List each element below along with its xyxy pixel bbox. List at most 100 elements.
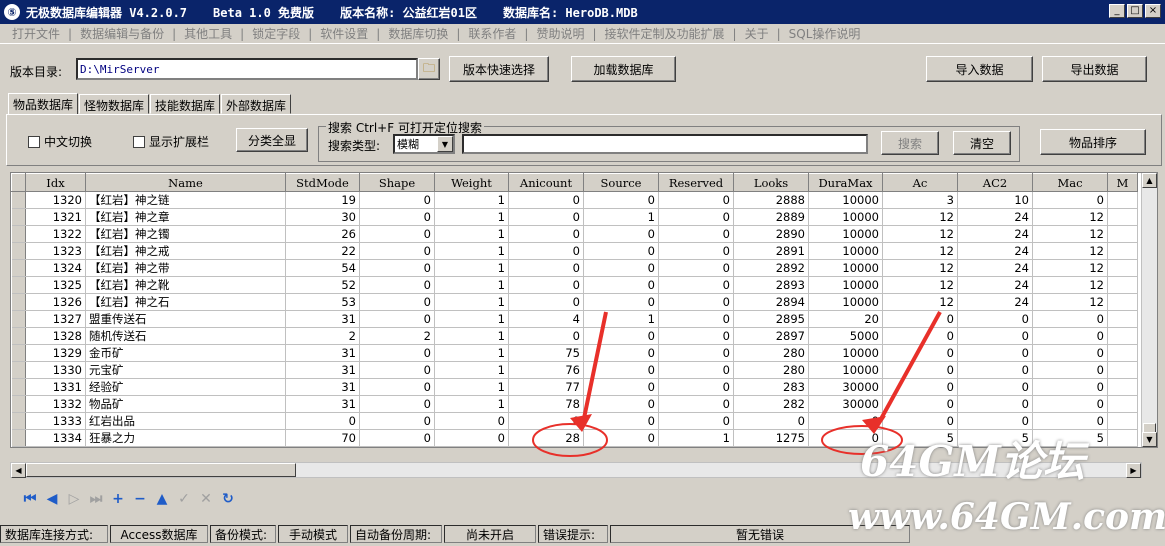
column-header[interactable]: Shape	[359, 173, 435, 192]
tab-3[interactable]: 外部数据库	[221, 94, 292, 114]
column-header[interactable]: Name	[85, 173, 286, 192]
post-record-icon[interactable]: ✓	[176, 491, 192, 507]
table-cell[interactable]: 1322	[25, 225, 86, 243]
table-cell[interactable]: 【红岩】神之靴	[85, 276, 286, 294]
row-indicator[interactable]	[11, 344, 26, 362]
hscroll-thumb[interactable]	[26, 463, 296, 477]
table-cell[interactable]: 24	[957, 259, 1033, 277]
table-cell[interactable]: 12	[1032, 225, 1108, 243]
table-cell[interactable]: 280	[733, 344, 809, 362]
table-cell[interactable]: 12	[882, 225, 958, 243]
column-header[interactable]: Reserved	[658, 173, 734, 192]
table-cell[interactable]: 10	[957, 191, 1033, 209]
menu-item[interactable]: SQL操作说明	[781, 25, 869, 42]
table-cell[interactable]: 12	[1032, 259, 1108, 277]
table-cell[interactable]: 0	[957, 310, 1033, 328]
table-cell[interactable]: 12	[882, 293, 958, 311]
table-cell[interactable]: 0	[508, 293, 584, 311]
table-cell[interactable]: 0	[1032, 361, 1108, 379]
menu-item[interactable]: 软件设置	[312, 25, 376, 42]
table-cell[interactable]: 1277	[733, 446, 809, 447]
table-cell[interactable]: 0	[583, 344, 659, 362]
table-cell[interactable]: 0	[359, 412, 435, 430]
table-cell[interactable]: 10000	[808, 191, 883, 209]
table-cell[interactable]: 1325	[25, 276, 86, 294]
table-cell[interactable]: 12	[1032, 242, 1108, 260]
row-indicator[interactable]	[11, 327, 26, 345]
table-cell[interactable]: 4	[508, 310, 584, 328]
table-cell[interactable]: 2895	[733, 310, 809, 328]
search-button[interactable]: 搜索	[881, 131, 939, 155]
table-cell[interactable]: 1324	[25, 259, 86, 277]
row-indicator[interactable]: ▶	[11, 446, 26, 447]
table-row[interactable]: 1330 元宝矿 31 0 1 76 0 0 280 10000 0 0 0	[11, 361, 1138, 379]
table-cell[interactable]: 1	[434, 225, 509, 243]
load-db-button[interactable]: 加载数据库	[571, 56, 676, 82]
sort-button[interactable]: 物品排序	[1040, 129, 1146, 155]
row-indicator[interactable]	[11, 310, 26, 328]
table-cell[interactable]: 78	[508, 395, 584, 413]
table-cell[interactable]: 0	[957, 327, 1033, 345]
table-cell[interactable]	[1107, 327, 1138, 345]
table-cell[interactable]: 283	[733, 378, 809, 396]
row-indicator[interactable]	[11, 429, 26, 447]
table-cell[interactable]: 0	[434, 429, 509, 447]
table-cell[interactable]: 0	[583, 327, 659, 345]
table-cell[interactable]: 1	[434, 310, 509, 328]
table-cell[interactable]: 10000	[808, 276, 883, 294]
table-cell[interactable]: 0	[658, 327, 734, 345]
search-input[interactable]	[462, 134, 868, 154]
table-cell[interactable]	[1107, 344, 1138, 362]
table-cell[interactable]: 0	[1032, 327, 1108, 345]
table-cell[interactable]: 0	[658, 395, 734, 413]
table-cell[interactable]: 1333	[25, 412, 86, 430]
next-record-icon[interactable]: ▷	[66, 491, 82, 507]
table-cell[interactable]: 0	[957, 412, 1033, 430]
table-cell[interactable]: 0	[882, 412, 958, 430]
table-cell[interactable]: 2897	[733, 327, 809, 345]
table-cell[interactable]	[1107, 276, 1138, 294]
table-row[interactable]: 1323 【红岩】神之戒 22 0 1 0 0 0 2891 10000 12 24 12	[11, 242, 1138, 260]
table-cell[interactable]: 盟重传送石	[85, 310, 286, 328]
table-cell[interactable]: 0	[583, 361, 659, 379]
table-cell[interactable]: 24	[957, 208, 1033, 226]
table-cell[interactable]: 77	[508, 378, 584, 396]
table-cell[interactable]: 0	[359, 378, 435, 396]
table-cell[interactable]: 30	[285, 446, 360, 447]
table-cell[interactable]: 0	[957, 361, 1033, 379]
table-cell[interactable]: 1	[434, 259, 509, 277]
table-cell[interactable]: 1332	[25, 395, 86, 413]
table-cell[interactable]: 0	[658, 208, 734, 226]
table-cell[interactable]: 12	[1032, 276, 1108, 294]
last-record-icon[interactable]: ⏭	[88, 491, 104, 507]
column-header[interactable]: Looks	[733, 173, 809, 192]
table-cell[interactable]: 随机传送石	[85, 327, 286, 345]
table-cell[interactable]: 0	[1032, 191, 1108, 209]
table-cell[interactable]	[1107, 259, 1138, 277]
table-cell[interactable]: 28	[508, 429, 584, 447]
table-cell[interactable]: 1	[434, 378, 509, 396]
table-cell[interactable]: 30000	[808, 378, 883, 396]
table-row[interactable]: 1331 经验矿 31 0 1 77 0 0 283 30000 0 0 0	[11, 378, 1138, 396]
table-cell[interactable]: 0	[658, 446, 734, 447]
delete-record-icon[interactable]: −	[132, 491, 148, 507]
table-cell[interactable]: 24	[957, 276, 1033, 294]
table-cell[interactable]: 2890	[733, 225, 809, 243]
table-cell[interactable]: 0	[658, 310, 734, 328]
scroll-right-icon[interactable]: ▶	[1126, 463, 1141, 478]
import-button[interactable]: 导入数据	[926, 56, 1033, 82]
table-row[interactable]: 1328 随机传送石 2 2 1 0 0 0 2897 5000 0 0 0	[11, 327, 1138, 345]
table-cell[interactable]: 1	[434, 208, 509, 226]
table-cell[interactable]: 0	[1032, 378, 1108, 396]
table-cell[interactable]: 0	[359, 344, 435, 362]
table-cell[interactable]: 1329	[25, 344, 86, 362]
table-cell[interactable]: 0	[583, 276, 659, 294]
table-cell[interactable]: 经验勋章	[85, 446, 286, 447]
table-cell[interactable]: 金币矿	[85, 344, 286, 362]
table-cell[interactable]: 1	[583, 310, 659, 328]
table-cell[interactable]: 1	[434, 361, 509, 379]
table-cell[interactable]: 10000	[808, 361, 883, 379]
table-cell[interactable]: 22	[285, 242, 360, 260]
first-record-icon[interactable]: ⏮	[22, 491, 38, 507]
table-cell[interactable]: 1	[434, 191, 509, 209]
